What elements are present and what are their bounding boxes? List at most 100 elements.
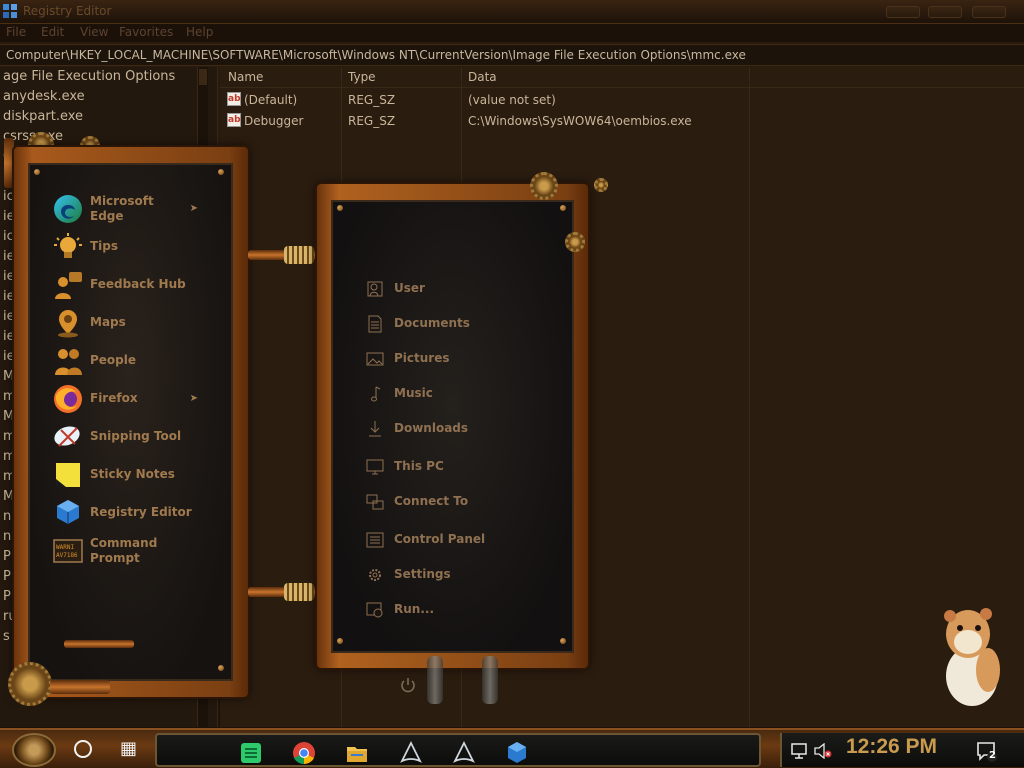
firefox-icon bbox=[54, 385, 82, 413]
place-label: Control Panel bbox=[394, 532, 486, 546]
network-icon bbox=[366, 494, 384, 510]
control-panel-icon bbox=[366, 532, 384, 548]
spreadsheet-app-icon[interactable] bbox=[239, 741, 263, 765]
place-pictures[interactable]: Pictures bbox=[366, 348, 546, 370]
start-app-microsoft-edge[interactable]: Microsoft Edge ➤ bbox=[50, 192, 220, 228]
tree-item[interactable]: ie bbox=[3, 269, 15, 284]
network-status-icon[interactable] bbox=[790, 743, 808, 759]
tree-item[interactable]: P bbox=[3, 549, 11, 564]
start-app-people[interactable]: People bbox=[50, 344, 220, 380]
place-music[interactable]: Music bbox=[366, 383, 546, 405]
menu-favorites[interactable]: Favorites bbox=[119, 25, 173, 39]
power-icon[interactable] bbox=[399, 676, 417, 694]
place-user[interactable]: User bbox=[366, 278, 546, 300]
music-note-icon bbox=[371, 386, 381, 402]
tree-item[interactable]: P bbox=[3, 589, 11, 604]
tree-item[interactable]: ie bbox=[3, 249, 15, 264]
address-path[interactable]: Computer\HKEY_LOCAL_MACHINE\SOFTWARE\Mic… bbox=[6, 48, 746, 62]
registry-icon bbox=[57, 500, 79, 524]
shell-app-icon[interactable] bbox=[399, 741, 423, 765]
start-app-label: Sticky Notes bbox=[90, 467, 175, 481]
tree-item[interactable]: ic bbox=[3, 229, 14, 244]
menu-view[interactable]: View bbox=[80, 25, 108, 39]
file-explorer-icon[interactable] bbox=[345, 741, 369, 765]
lightbulb-icon bbox=[54, 233, 82, 258]
place-label: This PC bbox=[394, 459, 444, 473]
tree-item[interactable]: n bbox=[3, 509, 11, 524]
tree-item[interactable]: P bbox=[3, 569, 11, 584]
map-pin-icon bbox=[58, 310, 78, 338]
menu-file[interactable]: File bbox=[6, 25, 26, 39]
column-header-name[interactable]: Name bbox=[228, 70, 263, 88]
minimize-button[interactable] bbox=[886, 6, 920, 18]
search-icon[interactable] bbox=[74, 740, 92, 758]
tree-item[interactable]: ie bbox=[3, 289, 15, 304]
column-header-type[interactable]: Type bbox=[348, 70, 376, 88]
maximize-button[interactable] bbox=[928, 6, 962, 18]
value-type: REG_SZ bbox=[348, 114, 396, 128]
start-app-command-prompt[interactable]: WARNI AV7186 Command Prompt bbox=[50, 534, 220, 570]
title-bar[interactable]: Registry Editor bbox=[0, 0, 1024, 24]
column-header-data[interactable]: Data bbox=[468, 70, 497, 88]
tree-item[interactable]: ie bbox=[3, 329, 15, 344]
place-documents[interactable]: Documents bbox=[366, 313, 546, 335]
start-app-registry-editor[interactable]: Registry Editor bbox=[50, 496, 220, 532]
place-label: Downloads bbox=[394, 421, 469, 435]
tree-item[interactable]: age File Execution Options bbox=[3, 69, 175, 84]
place-control-panel[interactable]: Control Panel bbox=[366, 529, 546, 551]
svg-text:AV7186: AV7186 bbox=[56, 552, 78, 559]
address-bar[interactable]: Computer\HKEY_LOCAL_MACHINE\SOFTWARE\Mic… bbox=[0, 44, 1024, 66]
gear-decoration bbox=[594, 178, 608, 192]
sticky-note-icon bbox=[56, 463, 80, 487]
scissors-icon bbox=[54, 426, 80, 447]
close-button[interactable] bbox=[972, 6, 1006, 18]
place-label: Documents bbox=[394, 316, 470, 330]
tree-item[interactable]: n bbox=[3, 529, 11, 544]
shell-app-icon-2[interactable] bbox=[452, 741, 476, 765]
gear-icon bbox=[369, 569, 381, 581]
tree-item[interactable]: ie bbox=[3, 209, 15, 224]
tree-item[interactable]: M bbox=[3, 489, 14, 504]
value-type: REG_SZ bbox=[348, 93, 396, 107]
task-view-icon[interactable]: ▦ bbox=[120, 738, 137, 759]
registry-icon[interactable] bbox=[505, 741, 529, 765]
volume-muted-icon[interactable] bbox=[814, 743, 832, 759]
start-app-maps[interactable]: Maps bbox=[50, 306, 220, 342]
place-downloads[interactable]: Downloads bbox=[366, 418, 546, 440]
scroll-thumb[interactable] bbox=[199, 69, 207, 85]
place-label: Settings bbox=[394, 567, 451, 581]
chrome-icon[interactable] bbox=[292, 741, 316, 765]
tree-item[interactable]: anydesk.exe bbox=[3, 89, 85, 104]
start-app-snipping-tool[interactable]: Snipping Tool bbox=[50, 420, 220, 456]
rivet bbox=[337, 638, 343, 644]
rivet bbox=[560, 638, 566, 644]
start-app-feedback-hub[interactable]: Feedback Hub bbox=[50, 268, 220, 304]
coil-decoration bbox=[284, 583, 314, 601]
tree-item[interactable]: diskpart.exe bbox=[3, 109, 83, 124]
tree-item[interactable]: ie bbox=[3, 349, 15, 364]
taskbar-clock[interactable]: 12:26 PM bbox=[846, 735, 937, 759]
value-name: (Default) bbox=[244, 93, 298, 107]
start-app-sticky-notes[interactable]: Sticky Notes bbox=[50, 458, 220, 494]
start-app-firefox[interactable]: Firefox ➤ bbox=[50, 382, 220, 418]
engine-decoration bbox=[50, 680, 110, 694]
menu-edit[interactable]: Edit bbox=[41, 25, 64, 39]
feedback-icon bbox=[55, 272, 82, 299]
tree-item[interactable]: M bbox=[3, 369, 14, 384]
tree-item[interactable]: M bbox=[3, 409, 14, 424]
string-value-icon: ab bbox=[227, 92, 241, 106]
tree-item[interactable]: s bbox=[3, 629, 10, 644]
start-button[interactable] bbox=[12, 733, 56, 767]
start-app-tips[interactable]: Tips bbox=[50, 230, 220, 266]
rivet bbox=[218, 169, 224, 175]
tree-item[interactable]: ic bbox=[3, 189, 14, 204]
place-this-pc[interactable]: This PC bbox=[366, 456, 546, 478]
notification-count: 2 bbox=[989, 750, 996, 761]
menu-help[interactable]: Help bbox=[186, 25, 213, 39]
place-run[interactable]: Run... bbox=[366, 599, 546, 621]
place-connect-to[interactable]: Connect To bbox=[366, 491, 546, 513]
hamster-mascot-image bbox=[944, 608, 1000, 706]
place-settings[interactable]: Settings bbox=[366, 564, 546, 586]
tree-item[interactable]: ie bbox=[3, 309, 15, 324]
terminal-icon: WARNI AV7186 bbox=[53, 539, 83, 563]
